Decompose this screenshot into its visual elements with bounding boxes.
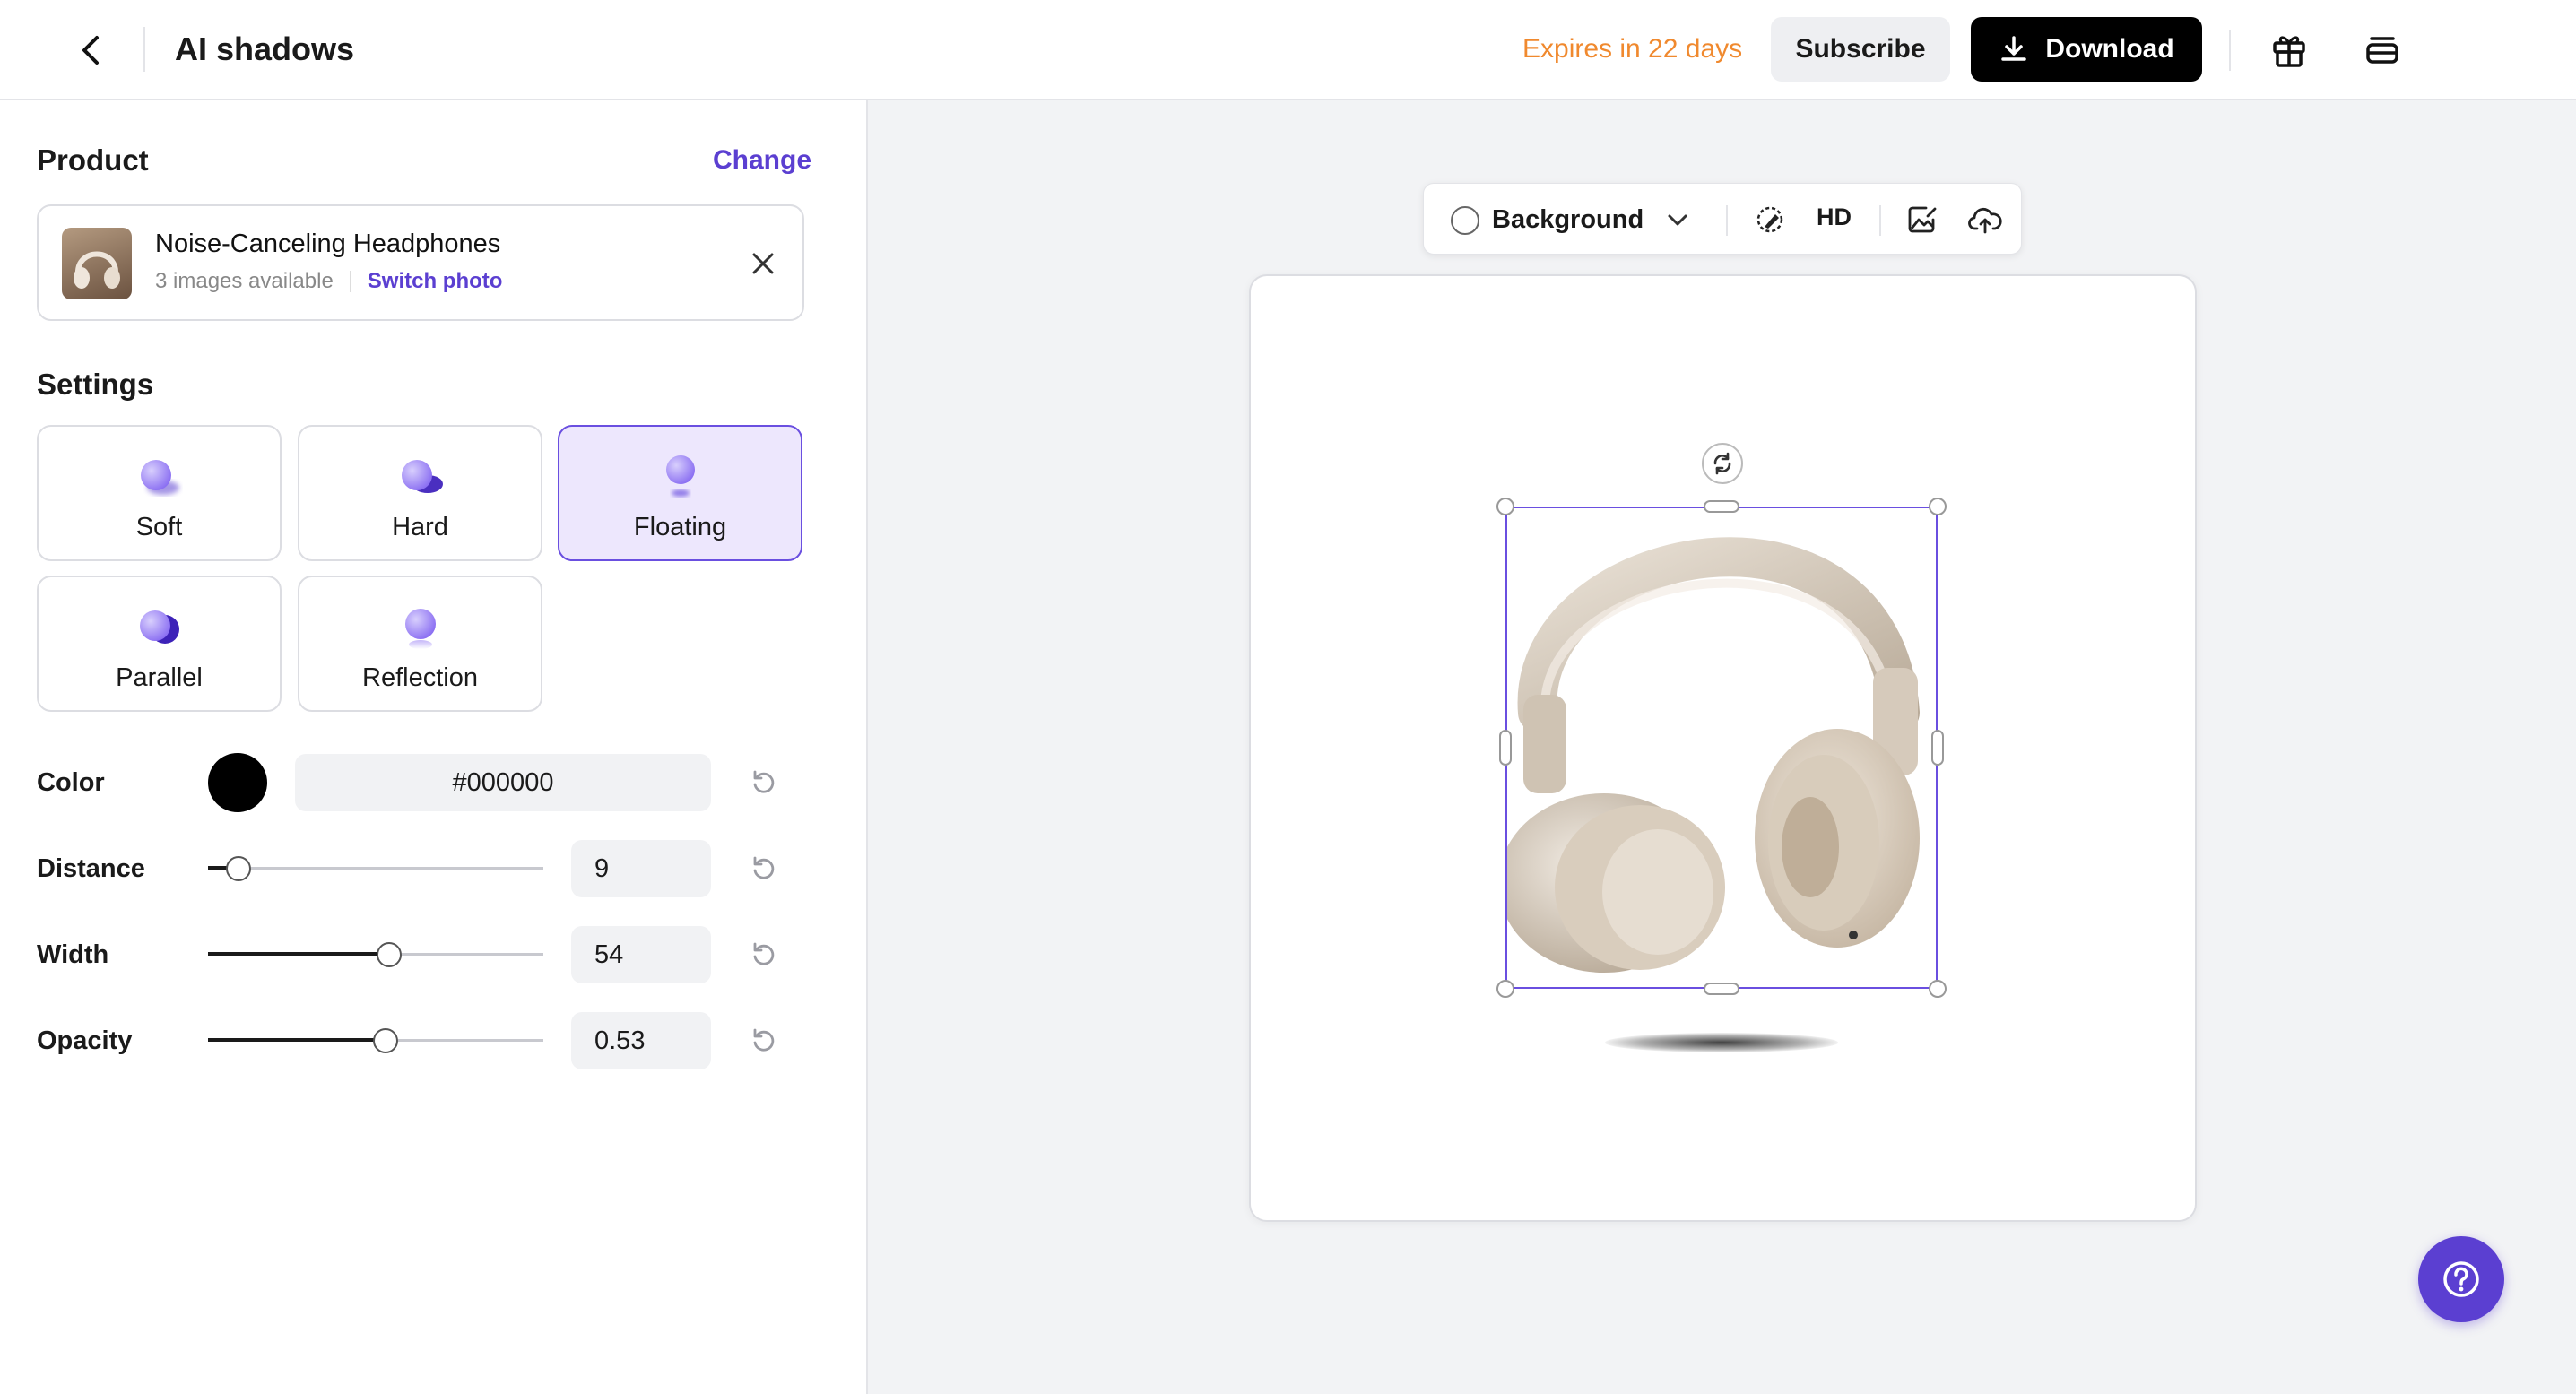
download-button[interactable]: Download [1971, 17, 2202, 82]
background-dropdown[interactable] [1664, 207, 1691, 238]
download-label: Download [2045, 34, 2174, 64]
switch-photo-link[interactable]: Switch photo [368, 269, 503, 294]
color-hex-input[interactable]: #000000 [295, 754, 711, 811]
subscribe-button[interactable]: Subscribe [1771, 17, 1950, 82]
product-meta: 3 images available Switch photo [155, 269, 502, 294]
shadow-option-label: Reflection [362, 663, 478, 692]
slider-thumb[interactable] [376, 942, 402, 967]
back-button[interactable] [72, 30, 111, 70]
resize-handle-right[interactable] [1931, 730, 1944, 766]
reflection-shadow-icon [404, 609, 436, 649]
resize-handle-bottom-right[interactable] [1929, 980, 1947, 998]
chevron-down-icon [1668, 214, 1687, 226]
color-swatch[interactable] [208, 753, 267, 812]
settings-section-title: Settings [37, 368, 154, 401]
shadow-option-label: Soft [135, 513, 183, 541]
slider-thumb[interactable] [373, 1028, 399, 1053]
distance-label: Distance [37, 854, 145, 883]
slider-thumb[interactable] [225, 856, 251, 881]
reset-icon [753, 942, 775, 965]
shadow-option-hard[interactable]: Hard [298, 425, 542, 561]
expires-notice: Expires in 22 days [1522, 34, 1743, 64]
width-slider[interactable] [208, 940, 543, 967]
product-section-title: Product [37, 143, 149, 177]
stack-icon [2366, 37, 2398, 64]
slider-fill [208, 1038, 386, 1042]
reset-icon [753, 1028, 775, 1052]
floating-shadow [1605, 1033, 1838, 1052]
background-label: Background [1492, 205, 1644, 234]
remove-product-button[interactable] [747, 247, 779, 280]
distance-reset-button[interactable] [748, 853, 780, 885]
resize-handle-left[interactable] [1499, 730, 1512, 766]
magic-eraser-icon [1756, 206, 1783, 233]
parallel-shadow-icon [139, 610, 179, 644]
page-title: AI shadows [175, 30, 355, 67]
toolbar-divider [1726, 205, 1728, 236]
product-thumbnail [62, 228, 132, 299]
stack-button[interactable] [2362, 27, 2403, 72]
resize-handle-bottom[interactable] [1704, 983, 1739, 995]
selection-box[interactable] [1505, 507, 1938, 989]
magic-eraser-button[interactable] [1752, 202, 1788, 238]
opacity-input[interactable]: 0.53 [571, 1012, 711, 1069]
reset-icon [753, 770, 775, 793]
images-available-text: 3 images available [155, 269, 334, 293]
resize-handle-top-left[interactable] [1496, 498, 1514, 515]
width-reset-button[interactable] [748, 939, 780, 971]
opacity-reset-button[interactable] [748, 1025, 780, 1057]
opacity-slider[interactable] [208, 1026, 543, 1053]
soft-shadow-icon [140, 460, 179, 495]
resize-handle-top-right[interactable] [1929, 498, 1947, 515]
meta-separator [349, 271, 351, 292]
hard-shadow-icon [401, 460, 443, 493]
hd-button[interactable]: HD [1817, 203, 1852, 231]
resize-handle-top[interactable] [1704, 500, 1739, 513]
help-button[interactable] [2418, 1236, 2504, 1322]
help-icon [2443, 1261, 2479, 1297]
color-reset-button[interactable] [748, 766, 780, 799]
gift-button[interactable] [2268, 27, 2310, 72]
chevron-left-icon [82, 36, 99, 65]
canvas-toolbar: Background HD [1423, 183, 2022, 255]
header-divider [143, 27, 145, 72]
settings-sidebar: Product Change Noise-Canceling Headphone… [0, 100, 868, 1394]
shadow-option-floating[interactable]: Floating [558, 425, 802, 561]
gift-icon [2273, 36, 2305, 67]
cloud-upload-icon [1968, 207, 2002, 234]
shadow-option-label: Hard [392, 513, 448, 541]
opacity-label: Opacity [37, 1026, 133, 1055]
change-product-link[interactable]: Change [713, 145, 811, 176]
rotate-icon [1713, 452, 1731, 475]
header-divider-2 [2229, 30, 2231, 71]
product-card: Noise-Canceling Headphones 3 images avai… [37, 204, 804, 321]
product-name: Noise-Canceling Headphones [155, 229, 501, 258]
width-label: Width [37, 940, 109, 969]
background-toggle[interactable]: Background [1451, 205, 1644, 235]
distance-input[interactable]: 9 [571, 840, 711, 897]
shadow-option-soft[interactable]: Soft [37, 425, 282, 561]
shadow-option-parallel[interactable]: Parallel [37, 576, 282, 712]
floating-shadow-icon [665, 455, 695, 497]
shadow-option-label: Parallel [116, 663, 203, 692]
resize-handle-bottom-left[interactable] [1496, 980, 1514, 998]
toolbar-divider [1879, 205, 1881, 236]
color-label: Color [37, 768, 105, 797]
close-icon [752, 253, 774, 274]
image-edit-icon [1908, 206, 1937, 233]
top-bar: AI shadows Expires in 22 days Subscribe … [0, 0, 2576, 100]
distance-slider[interactable] [208, 854, 543, 881]
shadow-option-reflection[interactable]: Reflection [298, 576, 542, 712]
width-input[interactable]: 54 [571, 926, 711, 983]
upload-button[interactable] [1967, 202, 2003, 238]
reset-icon [753, 856, 775, 879]
image-edit-button[interactable] [1904, 202, 1940, 238]
background-radio[interactable] [1451, 205, 1479, 235]
download-icon [2001, 36, 2027, 61]
rotate-handle[interactable] [1702, 443, 1743, 484]
slider-fill [208, 952, 389, 956]
slider-track [208, 867, 543, 870]
shadow-option-label: Floating [633, 513, 727, 541]
